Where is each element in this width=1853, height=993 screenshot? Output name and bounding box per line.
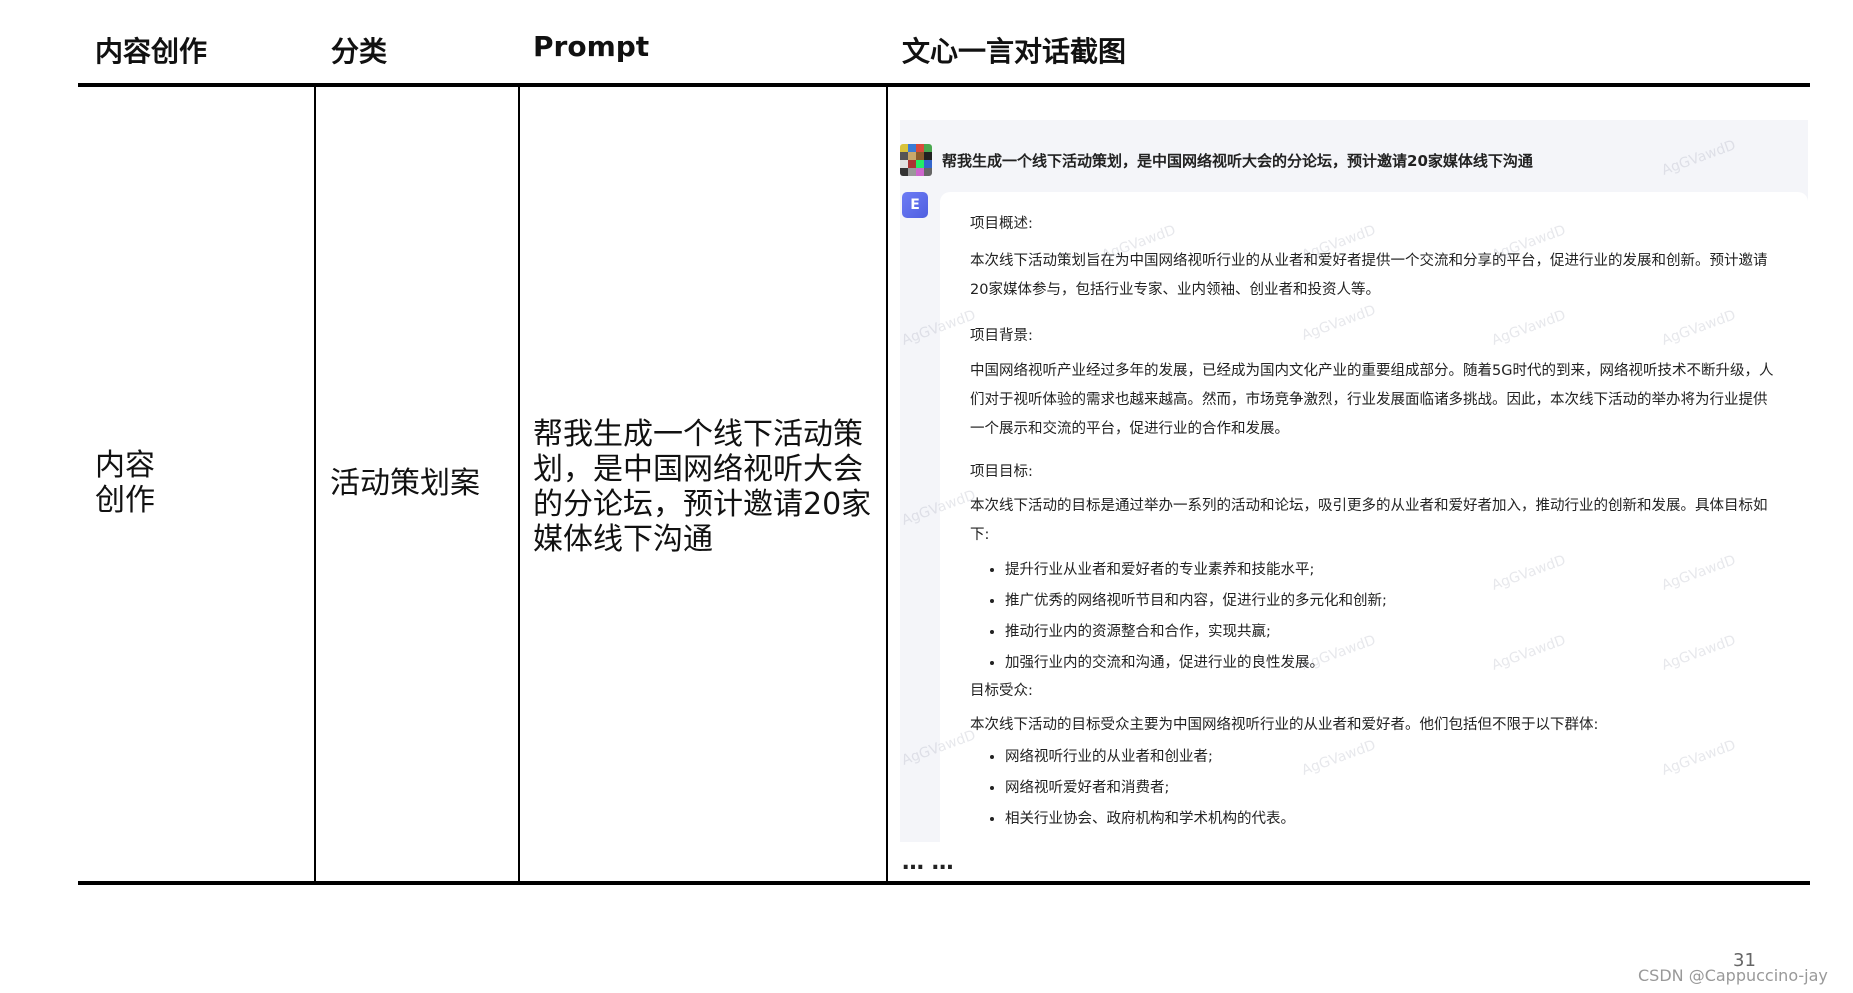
goal-title: 项目目标: (970, 464, 1033, 480)
audience-list: 网络视听行业的从业者和创业者; 网络视听爱好者和消费者; 相关行业协会、政府机构… (970, 742, 1295, 835)
goal-list-item: 加强行业内的交流和沟通，促进行业的良性发展。 (1005, 648, 1387, 679)
user-avatar (900, 144, 932, 176)
row-category-line1: 内容 (95, 448, 155, 483)
watermark-text: AgGVawdD (1659, 137, 1738, 179)
background-title: 项目背景: (970, 328, 1033, 344)
column-divider-3 (886, 84, 888, 883)
user-question-text: 帮我生成一个线下活动策划，是中国网络视听大会的分论坛，预计邀请20家媒体线下沟通 (942, 151, 1533, 170)
header-screenshot: 文心一言对话截图 (902, 35, 1127, 68)
row-type-cell: 活动策划案 (330, 466, 480, 501)
header-divider (78, 83, 1810, 87)
goal-text: 本次线下活动的目标是通过举办一系列的活动和论坛，吸引更多的从业者和爱好者加入，推… (970, 498, 1768, 543)
audience-list-item: 相关行业协会、政府机构和学术机构的代表。 (1005, 804, 1295, 835)
row-category-cell: 内容 创作 (95, 448, 155, 518)
row-prompt-cell: 帮我生成一个线下活动策划，是中国网络视听大会的分论坛，预计邀请20家媒体线下沟通 (533, 417, 872, 557)
row-category-line2: 创作 (95, 483, 155, 518)
table-bottom-border (78, 881, 1810, 885)
header-category: 分类 (331, 35, 388, 68)
audience-list-item: 网络视听行业的从业者和创业者; (1005, 742, 1295, 773)
goal-list-item: 推动行业内的资源整合和合作，实现共赢; (1005, 617, 1387, 648)
goal-list-item: 推广优秀的网络视听节目和内容，促进行业的多元化和创新; (1005, 586, 1387, 617)
header-prompt: Prompt (533, 30, 650, 63)
audience-text: 本次线下活动的目标受众主要为中国网络视听行业的从业者和爱好者。他们包括但不限于以… (970, 717, 1599, 733)
goal-list: 提升行业从业者和爱好者的专业素养和技能水平; 推广优秀的网络视听节目和内容，促进… (970, 555, 1387, 679)
ernie-chat-screenshot: 帮我生成一个线下活动策划，是中国网络视听大会的分论坛，预计邀请20家媒体线下沟通… (900, 120, 1808, 842)
user-question-row: 帮我生成一个线下活动策划，是中国网络视听大会的分论坛，预计邀请20家媒体线下沟通 (900, 142, 1533, 178)
bot-answer-card: 项目概述: 本次线下活动策划旨在为中国网络视听行业的从业者和爱好者提供一个交流和… (940, 192, 1808, 842)
overview-text: 本次线下活动策划旨在为中国网络视听行业的从业者和爱好者提供一个交流和分享的平台，… (970, 253, 1768, 298)
audience-title: 目标受众: (970, 683, 1033, 699)
bot-avatar: E (902, 192, 928, 218)
column-divider-1 (314, 84, 316, 883)
audience-list-item: 网络视听爱好者和消费者; (1005, 773, 1295, 804)
overview-title: 项目概述: (970, 216, 1033, 232)
background-text: 中国网络视听产业经过多年的发展，已经成为国内文化产业的重要组成部分。随着5G时代… (970, 363, 1774, 437)
header-content-creation: 内容创作 (95, 35, 208, 68)
goal-list-item: 提升行业从业者和爱好者的专业素养和技能水平; (1005, 555, 1387, 586)
truncation-ellipsis: … … (902, 850, 954, 875)
column-divider-2 (518, 84, 520, 883)
source-credit: CSDN @Cappuccino-jay (1638, 966, 1828, 985)
